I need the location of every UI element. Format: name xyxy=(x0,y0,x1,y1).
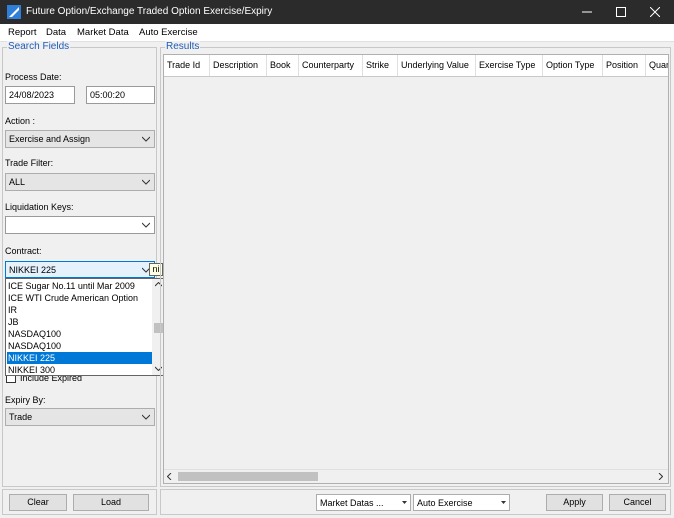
title-bar: Future Option/Exchange Traded Option Exe… xyxy=(0,0,674,24)
menu-market-data[interactable]: Market Data xyxy=(77,27,129,38)
market-datas-value: Market Datas ... xyxy=(320,498,384,508)
action-label: Action : xyxy=(5,116,36,126)
column-header-trade-id[interactable]: Trade Id xyxy=(164,55,210,76)
list-item[interactable]: ICE Sugar No.11 until Mar 2009 xyxy=(7,280,153,292)
dropdown-arrow-icon xyxy=(501,501,506,504)
auto-exercise-select[interactable]: Auto Exercise xyxy=(413,494,510,511)
list-item-selected[interactable]: NIKKEI 225 xyxy=(7,352,153,364)
list-item[interactable]: IR xyxy=(7,304,153,316)
column-header-position[interactable]: Position xyxy=(603,55,646,76)
cancel-button[interactable]: Cancel xyxy=(609,494,666,511)
expiry-by-select[interactable]: Trade xyxy=(5,408,155,426)
column-header-strike[interactable]: Strike xyxy=(363,55,398,76)
app-icon xyxy=(7,5,21,19)
contract-dropdown-list[interactable]: ICE Sugar No.11 until Mar 2009 ICE WTI C… xyxy=(5,278,166,376)
search-fields-title: Search Fields xyxy=(7,41,71,52)
maximize-button[interactable] xyxy=(604,0,638,24)
window-title: Future Option/Exchange Traded Option Exe… xyxy=(26,6,273,17)
list-item[interactable]: NASDAQ100 xyxy=(7,328,153,340)
trade-filter-value: ALL xyxy=(9,177,26,187)
menu-data[interactable]: Data xyxy=(46,27,66,38)
list-item[interactable]: JB xyxy=(7,316,153,328)
auto-exercise-value: Auto Exercise xyxy=(417,498,473,508)
column-header-quantity[interactable]: Quan xyxy=(646,55,668,76)
liquidation-keys-select[interactable] xyxy=(5,216,155,234)
results-title: Results xyxy=(165,41,201,52)
minimize-icon xyxy=(582,11,592,13)
column-header-option-type[interactable]: Option Type xyxy=(543,55,603,76)
clear-button[interactable]: Clear xyxy=(9,494,67,511)
process-date-label: Process Date: xyxy=(5,72,62,82)
chevron-down-icon xyxy=(142,136,150,142)
dropdown-arrow-icon xyxy=(402,501,407,504)
minimize-button[interactable] xyxy=(570,0,604,24)
expiry-by-value: Trade xyxy=(9,412,33,422)
trade-filter-select[interactable]: ALL xyxy=(5,173,155,191)
contract-label: Contract: xyxy=(5,246,42,256)
trade-filter-label: Trade Filter: xyxy=(5,158,54,168)
list-item[interactable]: ICE WTI Crude American Option xyxy=(7,292,153,304)
column-header-underlying-value[interactable]: Underlying Value xyxy=(398,55,476,76)
results-horizontal-scrollbar[interactable] xyxy=(164,469,668,483)
market-datas-select[interactable]: Market Datas ... xyxy=(316,494,411,511)
column-header-counterparty[interactable]: Counterparty xyxy=(299,55,363,76)
chevron-down-icon xyxy=(142,414,150,420)
menu-bar: Report Data Market Data Auto Exercise xyxy=(0,24,674,42)
results-scroll-thumb[interactable] xyxy=(178,472,318,481)
expiry-by-label: Expiry By: xyxy=(5,395,46,405)
apply-button[interactable]: Apply xyxy=(546,494,603,511)
column-header-exercise-type[interactable]: Exercise Type xyxy=(476,55,543,76)
close-button[interactable] xyxy=(638,0,672,24)
load-button[interactable]: Load xyxy=(73,494,149,511)
results-table-header: Trade Id Description Book Counterparty S… xyxy=(164,55,668,77)
process-time-input[interactable]: 05:00:20 xyxy=(86,86,155,104)
scroll-left-icon[interactable] xyxy=(167,473,172,480)
action-value: Exercise and Assign xyxy=(9,134,91,144)
close-icon xyxy=(650,7,660,17)
action-select[interactable]: Exercise and Assign xyxy=(5,130,155,148)
list-item[interactable]: NASDAQ100 xyxy=(7,340,153,352)
column-header-description[interactable]: Description xyxy=(210,55,267,76)
chevron-down-icon xyxy=(142,222,150,228)
process-date-input[interactable]: 24/08/2023 xyxy=(5,86,75,104)
scroll-right-icon[interactable] xyxy=(658,473,663,480)
contract-value: NIKKEI 225 xyxy=(9,265,57,275)
liquidation-keys-label: Liquidation Keys: xyxy=(5,202,74,212)
menu-auto-exercise[interactable]: Auto Exercise xyxy=(139,27,198,38)
maximize-icon xyxy=(616,7,626,17)
menu-report[interactable]: Report xyxy=(8,27,37,38)
results-table: Trade Id Description Book Counterparty S… xyxy=(163,54,669,484)
contract-select[interactable]: NIKKEI 225 xyxy=(5,261,155,278)
chevron-down-icon xyxy=(142,179,150,185)
list-item[interactable]: NIKKEI 300 xyxy=(7,364,153,375)
column-header-book[interactable]: Book xyxy=(267,55,299,76)
